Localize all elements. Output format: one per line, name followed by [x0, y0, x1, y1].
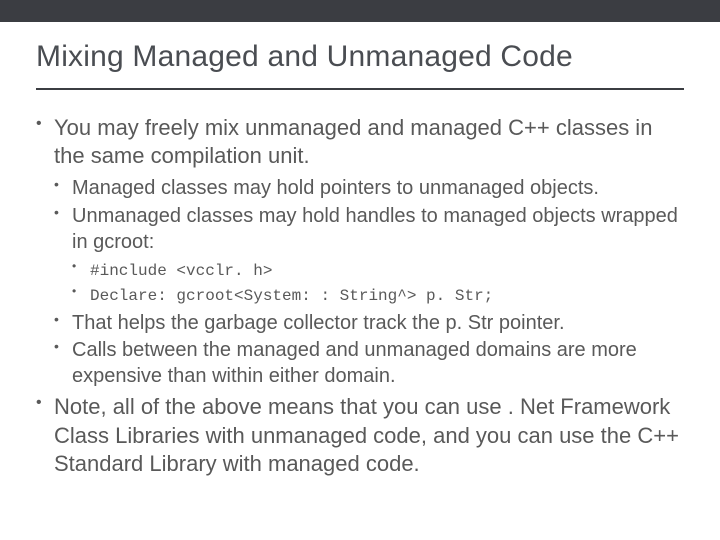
bullet-list: You may freely mix unmanaged and managed… [36, 114, 684, 478]
bullet-text: That helps the garbage collector track t… [72, 312, 565, 334]
list-item: Declare: gcroot<System: : String^> p. St… [72, 284, 684, 307]
bullet-text: You may freely mix unmanaged and managed… [54, 115, 652, 168]
slide-body: Mixing Managed and Unmanaged Code You ma… [0, 22, 720, 478]
list-item: Calls between the managed and unmanaged … [54, 338, 684, 389]
sublist: Managed classes may hold pointers to unm… [54, 176, 684, 389]
topbar [0, 0, 720, 22]
bullet-text: Calls between the managed and unmanaged … [72, 339, 637, 387]
code-text: Declare: gcroot<System: : String^> p. St… [90, 287, 493, 305]
bullet-text: Unmanaged classes may hold handles to ma… [72, 205, 678, 253]
list-item: Unmanaged classes may hold handles to ma… [54, 204, 684, 307]
list-item: Managed classes may hold pointers to unm… [54, 176, 684, 202]
bullet-text: Managed classes may hold pointers to unm… [72, 177, 599, 199]
code-text: #include <vcclr. h> [90, 262, 272, 280]
slide-title: Mixing Managed and Unmanaged Code [36, 40, 684, 90]
list-item: #include <vcclr. h> [72, 259, 684, 282]
list-item: That helps the garbage collector track t… [54, 311, 684, 337]
sublist: #include <vcclr. h> Declare: gcroot<Syst… [72, 259, 684, 307]
list-item: Note, all of the above means that you ca… [36, 393, 684, 477]
bullet-text: Note, all of the above means that you ca… [54, 394, 679, 475]
list-item: You may freely mix unmanaged and managed… [36, 114, 684, 389]
